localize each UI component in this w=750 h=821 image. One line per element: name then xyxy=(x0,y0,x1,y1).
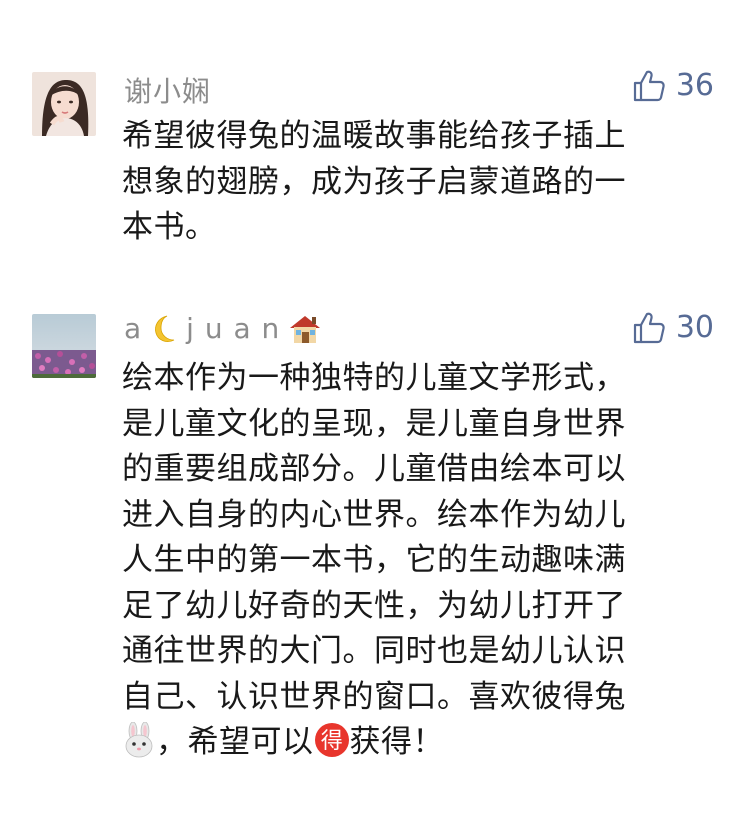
comment-line: 是儿童文化的呈现，是儿童自身世界 xyxy=(122,405,626,442)
comment-line: 的重要组成部分。儿童借由绘本可以 xyxy=(122,451,626,487)
rabbit-face-icon xyxy=(125,722,153,758)
comment-line: 进入自身的内心世界。绘本作为幼儿 xyxy=(122,496,626,533)
badge-char: 得 xyxy=(320,729,343,754)
thumbs-up-icon xyxy=(633,312,665,343)
comment-text-segment: ，希望可以 xyxy=(156,724,314,760)
comment-line: 自己、认识世界的窗口。喜欢彼得兔 xyxy=(122,678,626,715)
crescent-moon-icon xyxy=(155,315,175,342)
comment-text-segment: 获得！ xyxy=(349,724,444,760)
author-name-part: a xyxy=(124,312,143,345)
like-button[interactable]: 30 xyxy=(632,310,714,345)
comment-line: 通往世界的大门。同时也是幼儿认识 xyxy=(122,633,626,669)
comment-author[interactable]: a j u a n xyxy=(124,312,322,345)
comment-line: 人生中的第一本书，它的生动趣味满 xyxy=(122,542,626,578)
comment-line: 绘本作为一种独特的儿童文学形式， xyxy=(122,360,626,396)
avatar[interactable] xyxy=(32,314,96,378)
comment-line-last: ，希望可以 得 获得！ xyxy=(122,720,702,766)
author-name-part: j u a n xyxy=(186,312,281,345)
comment-2: a j u a n 30 绘本作为一种独特的儿童文学形式， 是儿童文化的呈现，是… xyxy=(0,0,750,821)
circled-de-badge-icon: 得 xyxy=(314,723,349,757)
comment-text: 绘本作为一种独特的儿童文学形式， 是儿童文化的呈现，是儿童自身世界 的重要组成部… xyxy=(122,356,702,766)
like-count: 30 xyxy=(675,310,714,345)
house-icon xyxy=(290,315,321,343)
comment-line: 足了幼儿好奇的天性，为幼儿打开了 xyxy=(122,587,626,624)
